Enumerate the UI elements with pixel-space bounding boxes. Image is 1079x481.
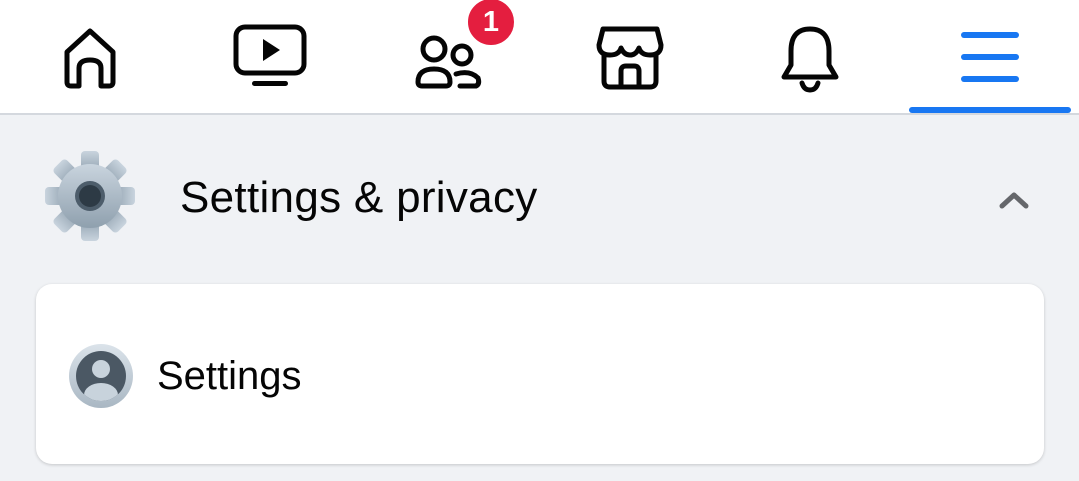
section-title: Settings & privacy xyxy=(180,173,538,222)
menu-item-label: Settings xyxy=(157,354,302,398)
active-tab-indicator xyxy=(909,107,1071,113)
chevron-up-icon xyxy=(999,192,1029,209)
tab-notifications[interactable] xyxy=(735,0,885,113)
menu-icon xyxy=(961,31,1019,82)
settings-card: Settings xyxy=(36,284,1044,464)
tab-home[interactable] xyxy=(15,0,165,113)
notifications-icon xyxy=(781,26,839,93)
video-icon xyxy=(233,24,307,86)
marketplace-icon xyxy=(596,26,664,89)
collapse-button[interactable] xyxy=(994,185,1034,215)
tab-video[interactable] xyxy=(195,0,345,113)
tab-menu[interactable] xyxy=(915,0,1065,113)
user-avatar-icon xyxy=(68,343,134,409)
home-icon xyxy=(64,28,116,88)
gear-icon xyxy=(44,150,136,242)
settings-privacy-section-header[interactable]: Settings & privacy xyxy=(0,115,1079,280)
tab-marketplace[interactable] xyxy=(555,0,705,113)
top-navigation-bar: 1 xyxy=(0,0,1079,115)
menu-item-settings[interactable]: Settings xyxy=(36,284,1044,464)
